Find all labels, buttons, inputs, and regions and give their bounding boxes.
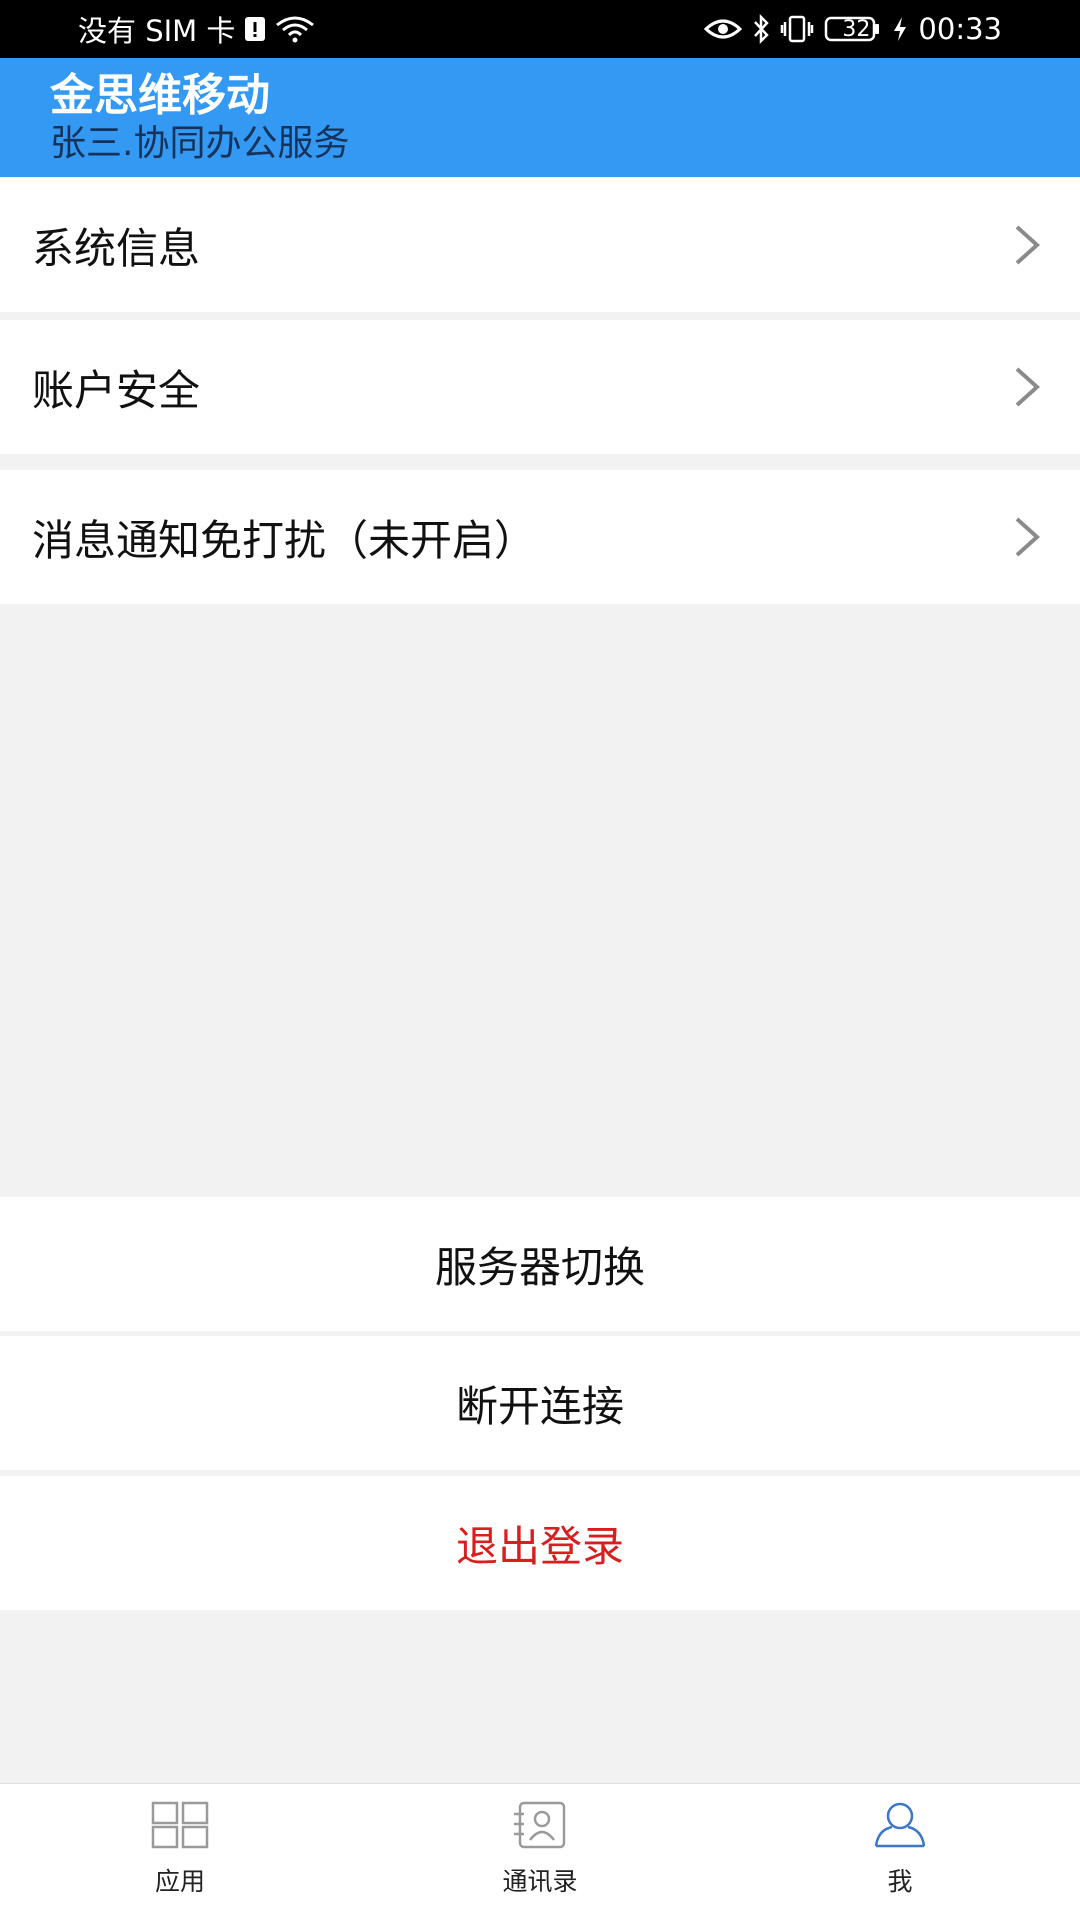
nav-item-apps[interactable]: 应用 [0, 1784, 360, 1920]
chevron-right-icon [1015, 517, 1040, 557]
server-switch-button[interactable]: 服务器切换 [0, 1197, 1080, 1331]
charging-icon [892, 15, 908, 43]
menu-item-label: 消息通知免打扰（未开启） [32, 515, 537, 565]
user-icon [874, 1802, 926, 1848]
bluetooth-icon [752, 14, 770, 44]
menu-item-do-not-disturb[interactable]: 消息通知免打扰（未开启） [0, 470, 1080, 604]
vibrate-icon [780, 14, 814, 44]
eye-icon [704, 17, 743, 41]
disconnect-button[interactable]: 断开连接 [0, 1336, 1080, 1470]
menu-item-system-info[interactable]: 系统信息 [0, 178, 1080, 312]
bottom-nav: 应用 通讯录 我 [0, 1783, 1080, 1920]
app-title: 金思维移动 [50, 70, 270, 121]
nav-label: 通讯录 [502, 1867, 578, 1896]
app-subtitle: 张三.协同办公服务 [50, 123, 350, 164]
status-bar: 没有 SIM 卡 32 00:33 [0, 0, 1080, 58]
app-header: 金思维移动 张三.协同办公服务 [0, 58, 1080, 177]
menu-item-label: 系统信息 [32, 223, 201, 273]
grid-icon [151, 1801, 209, 1849]
clock: 00:33 [918, 12, 1002, 46]
carrier-text: 没有 SIM 卡 [78, 14, 236, 48]
chevron-right-icon [1015, 225, 1040, 265]
menu-item-account-security[interactable]: 账户安全 [0, 320, 1080, 454]
sim-alert-icon [243, 15, 267, 43]
chevron-right-icon [1015, 367, 1040, 407]
contacts-icon [514, 1801, 566, 1849]
battery-level: 32 [842, 16, 871, 42]
nav-label: 应用 [154, 1867, 205, 1896]
menu-item-label: 账户安全 [32, 365, 201, 415]
nav-label: 我 [887, 1867, 913, 1896]
wifi-icon [275, 15, 315, 43]
logout-button[interactable]: 退出登录 [0, 1476, 1080, 1610]
nav-item-contacts[interactable]: 通讯录 [360, 1784, 720, 1920]
nav-item-me[interactable]: 我 [720, 1784, 1080, 1920]
